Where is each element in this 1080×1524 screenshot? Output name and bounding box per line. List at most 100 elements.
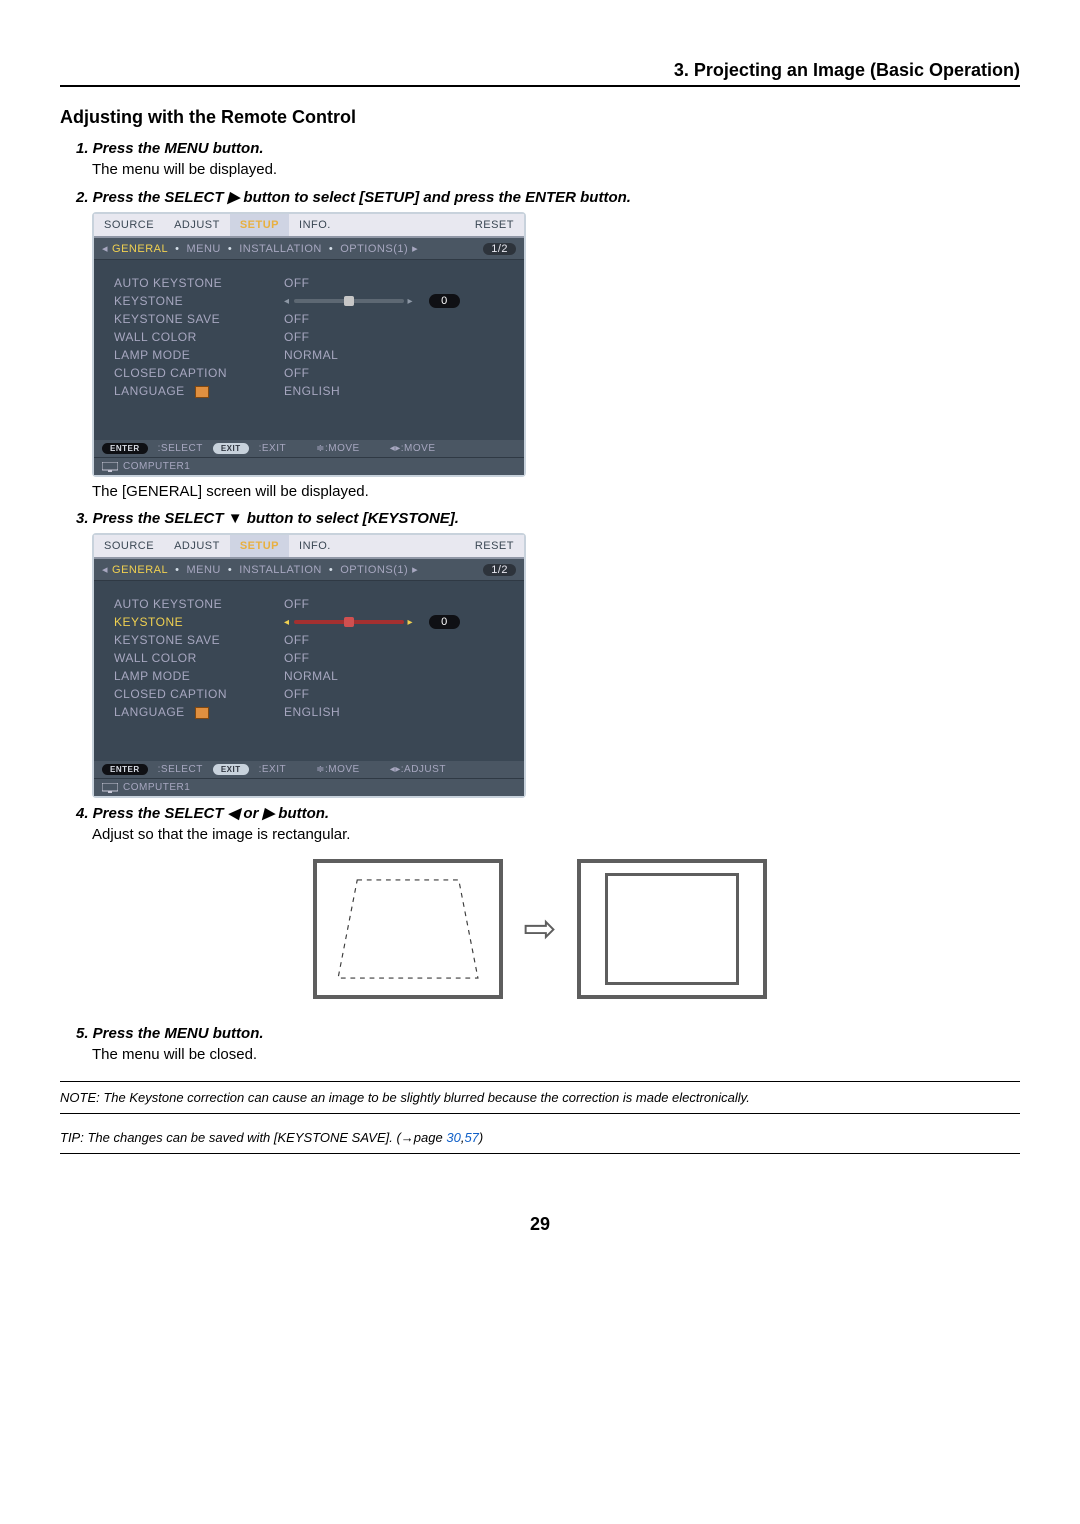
row-language[interactable]: LANGUAGE ENGLISH xyxy=(114,703,504,721)
subtab-installation[interactable]: INSTALLATION xyxy=(239,243,322,255)
tab-adjust[interactable]: ADJUST xyxy=(164,214,230,236)
triangle-left-icon[interactable]: ◂ xyxy=(102,242,108,255)
subtab-general[interactable]: GENERAL xyxy=(112,564,168,576)
dot-separator: • xyxy=(329,243,333,255)
menu-footer: ENTER :SELECT EXIT :EXIT ≑:MOVE ◂▸:ADJUS… xyxy=(94,761,524,796)
tab-adjust[interactable]: ADJUST xyxy=(164,535,230,557)
keystone-slider[interactable]: ◂ ▸ 0 xyxy=(284,294,460,308)
row-lamp-mode[interactable]: LAMP MODE NORMAL xyxy=(114,667,504,685)
label-auto-keystone: AUTO KEYSTONE xyxy=(114,597,284,611)
step-1-body: The menu will be displayed. xyxy=(92,161,1020,178)
keystone-after-image xyxy=(577,859,767,999)
updown-text: ≑:MOVE xyxy=(316,764,360,775)
page-link-30[interactable]: 30 xyxy=(446,1130,460,1145)
keystone-value-badge: 0 xyxy=(429,294,460,308)
menu-subtabs: ◂ GENERAL • MENU • INSTALLATION • OPTION… xyxy=(94,238,524,260)
updown-text: ≑:MOVE xyxy=(316,443,360,454)
subtab-menu[interactable]: MENU xyxy=(186,243,220,255)
value-language: ENGLISH xyxy=(284,384,376,398)
value-keystone-save: OFF xyxy=(284,312,376,326)
subtab-installation[interactable]: INSTALLATION xyxy=(239,564,322,576)
row-auto-keystone[interactable]: AUTO KEYSTONE OFF xyxy=(114,595,504,613)
tab-info[interactable]: INFO. xyxy=(289,535,341,557)
language-icon xyxy=(195,707,209,719)
label-lamp-mode: LAMP MODE xyxy=(114,669,284,683)
exit-text: :EXIT xyxy=(259,764,287,775)
row-language[interactable]: LANGUAGE ENGLISH xyxy=(114,382,504,400)
tab-setup[interactable]: SETUP xyxy=(230,214,289,236)
triangle-right-icon[interactable]: ▸ xyxy=(412,563,418,576)
menu-body: AUTO KEYSTONE OFF KEYSTONE ◂ ▸ 0 KEYSTON… xyxy=(94,581,524,761)
menu-tabs: SOURCE ADJUST SETUP INFO. RESET xyxy=(94,535,524,559)
value-closed-caption: OFF xyxy=(284,687,376,701)
tab-info[interactable]: INFO. xyxy=(289,214,341,236)
slider-right-arrow-icon[interactable]: ▸ xyxy=(408,296,414,307)
dot-separator: • xyxy=(228,243,232,255)
menu-footer: ENTER :SELECT EXIT :EXIT ≑:MOVE ◂▸:MOVE … xyxy=(94,440,524,475)
label-auto-keystone: AUTO KEYSTONE xyxy=(114,276,284,290)
keystone-slider[interactable]: ◂ ▸ 0 xyxy=(284,615,460,629)
tab-reset[interactable]: RESET xyxy=(465,535,524,557)
tab-setup[interactable]: SETUP xyxy=(230,535,289,557)
chapter-header: 3. Projecting an Image (Basic Operation) xyxy=(60,60,1020,87)
row-keystone[interactable]: KEYSTONE ◂ ▸ 0 xyxy=(114,292,504,310)
page-link-57[interactable]: 57 xyxy=(464,1130,478,1145)
language-icon xyxy=(195,386,209,398)
value-wall-color: OFF xyxy=(284,651,376,665)
row-lamp-mode[interactable]: LAMP MODE NORMAL xyxy=(114,346,504,364)
tip-text: TIP: The changes can be saved with [KEYS… xyxy=(60,1122,1020,1154)
label-language: LANGUAGE xyxy=(114,384,284,398)
tab-source[interactable]: SOURCE xyxy=(94,535,164,557)
keystone-value-badge: 0 xyxy=(429,615,460,629)
step-5-body: The menu will be closed. xyxy=(92,1046,1020,1063)
step-3: 3. Press the SELECT ▼ button to select [… xyxy=(76,510,1020,527)
row-closed-caption[interactable]: CLOSED CAPTION OFF xyxy=(114,685,504,703)
section-title: Adjusting with the Remote Control xyxy=(60,107,1020,128)
subtab-options1[interactable]: OPTIONS(1) xyxy=(340,243,408,255)
label-closed-caption: CLOSED CAPTION xyxy=(114,366,284,380)
slider-left-arrow-icon[interactable]: ◂ xyxy=(284,296,290,307)
step-4: 4. Press the SELECT ◀ or ▶ button. xyxy=(76,804,1020,822)
label-keystone: KEYSTONE xyxy=(114,615,284,629)
tab-reset[interactable]: RESET xyxy=(465,214,524,236)
exit-pill: EXIT xyxy=(213,764,249,775)
row-keystone-save[interactable]: KEYSTONE SAVE OFF xyxy=(114,631,504,649)
subtab-general[interactable]: GENERAL xyxy=(112,243,168,255)
monitor-icon xyxy=(102,462,118,472)
keystone-before-image xyxy=(313,859,503,999)
row-wall-color[interactable]: WALL COLOR OFF xyxy=(114,328,504,346)
value-keystone-save: OFF xyxy=(284,633,376,647)
row-keystone[interactable]: KEYSTONE ◂ ▸ 0 xyxy=(114,613,504,631)
row-wall-color[interactable]: WALL COLOR OFF xyxy=(114,649,504,667)
label-lamp-mode: LAMP MODE xyxy=(114,348,284,362)
slider-left-arrow-icon[interactable]: ◂ xyxy=(284,617,290,628)
tab-source[interactable]: SOURCE xyxy=(94,214,164,236)
lr-move-text: ◂▸:MOVE xyxy=(390,443,436,454)
value-language: ENGLISH xyxy=(284,705,376,719)
row-keystone-save[interactable]: KEYSTONE SAVE OFF xyxy=(114,310,504,328)
dot-separator: • xyxy=(175,243,179,255)
step-5: 5. Press the MENU button. xyxy=(76,1025,1020,1042)
label-keystone-save: KEYSTONE SAVE xyxy=(114,633,284,647)
row-auto-keystone[interactable]: AUTO KEYSTONE OFF xyxy=(114,274,504,292)
slider-right-arrow-icon[interactable]: ▸ xyxy=(408,617,414,628)
triangle-right-icon[interactable]: ▸ xyxy=(412,242,418,255)
value-lamp-mode: NORMAL xyxy=(284,348,376,362)
subtab-pager: 1/2 xyxy=(483,564,516,576)
subtab-options1[interactable]: OPTIONS(1) xyxy=(340,564,408,576)
triangle-left-icon[interactable]: ◂ xyxy=(102,563,108,576)
enter-text: :SELECT xyxy=(158,764,203,775)
page-number: 29 xyxy=(60,1214,1020,1235)
dot-separator: • xyxy=(228,564,232,576)
enter-pill: ENTER xyxy=(102,443,148,454)
subtab-menu[interactable]: MENU xyxy=(186,564,220,576)
keystone-diagram: ⇨ xyxy=(60,859,1020,999)
source-indicator: COMPUTER1 xyxy=(102,461,190,472)
exit-pill: EXIT xyxy=(213,443,249,454)
row-closed-caption[interactable]: CLOSED CAPTION OFF xyxy=(114,364,504,382)
dot-separator: • xyxy=(329,564,333,576)
lr-adjust-text: ◂▸:ADJUST xyxy=(390,764,446,775)
dot-separator: • xyxy=(175,564,179,576)
step-1: 1. Press the MENU button. xyxy=(76,140,1020,157)
arrow-right-icon: ⇨ xyxy=(523,906,557,952)
